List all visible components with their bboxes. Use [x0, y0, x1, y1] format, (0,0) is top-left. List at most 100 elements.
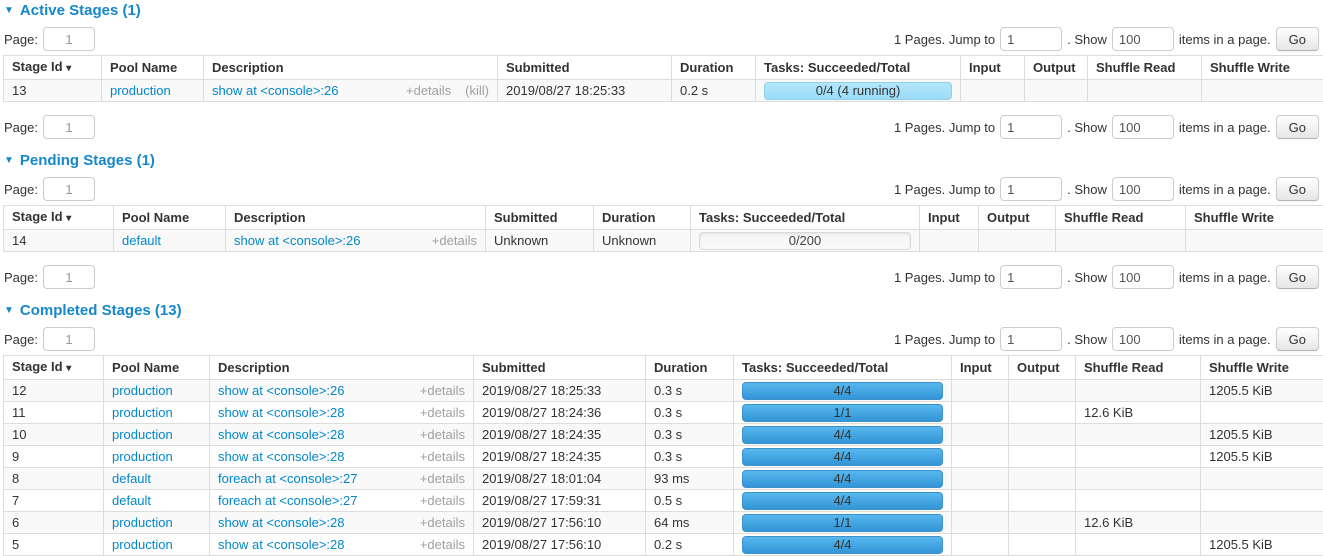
submitted-cell: 2019/08/27 17:56:10: [474, 534, 646, 556]
col-shuffle-write[interactable]: Shuffle Write: [1186, 206, 1323, 230]
col-input[interactable]: Input: [961, 56, 1025, 80]
show-count-input[interactable]: [1112, 115, 1174, 139]
pool-name-link[interactable]: production: [112, 515, 173, 530]
page-input[interactable]: [43, 265, 95, 289]
active-stages-header[interactable]: ▼ Active Stages (1): [4, 2, 1320, 19]
col-duration[interactable]: Duration: [594, 206, 691, 230]
description-link[interactable]: show at <console>:28: [218, 427, 344, 442]
shuffle-write-cell: [1201, 402, 1323, 424]
description-link[interactable]: foreach at <console>:27: [218, 471, 358, 486]
jump-to-input[interactable]: [1000, 265, 1062, 289]
duration-cell: 0.2 s: [672, 80, 756, 102]
description-link[interactable]: show at <console>:28: [218, 449, 344, 464]
col-stage-id[interactable]: Stage Id ▾: [4, 56, 102, 80]
col-shuffle-write[interactable]: Shuffle Write: [1201, 356, 1323, 380]
duration-cell: 0.2 s: [646, 534, 734, 556]
col-tasks[interactable]: Tasks: Succeeded/Total: [734, 356, 952, 380]
details-toggle[interactable]: +details: [420, 515, 465, 530]
shuffle-write-cell: [1201, 490, 1323, 512]
description-cell: show at <console>:28+details: [210, 534, 474, 556]
kill-link[interactable]: (kill): [465, 83, 489, 98]
page-input[interactable]: [43, 27, 95, 51]
description-link[interactable]: show at <console>:28: [218, 405, 344, 420]
col-pool-name[interactable]: Pool Name: [114, 206, 226, 230]
col-output[interactable]: Output: [1009, 356, 1076, 380]
details-toggle[interactable]: +details: [420, 405, 465, 420]
shuffle-read-cell: 12.6 KiB: [1076, 402, 1201, 424]
col-description[interactable]: Description: [226, 206, 486, 230]
pool-name-link[interactable]: default: [122, 233, 161, 248]
page-input[interactable]: [43, 177, 95, 201]
col-submitted[interactable]: Submitted: [498, 56, 672, 80]
collapse-arrow-icon: ▼: [4, 156, 14, 166]
col-duration[interactable]: Duration: [672, 56, 756, 80]
col-submitted[interactable]: Submitted: [486, 206, 594, 230]
items-per-page-label: items in a page.: [1179, 270, 1271, 285]
pool-name-link[interactable]: production: [112, 383, 173, 398]
pool-name-link[interactable]: production: [110, 83, 171, 98]
col-pool-name[interactable]: Pool Name: [102, 56, 204, 80]
pool-name-link[interactable]: production: [112, 449, 173, 464]
col-shuffle-read[interactable]: Shuffle Read: [1088, 56, 1202, 80]
col-submitted[interactable]: Submitted: [474, 356, 646, 380]
submitted-cell: 2019/08/27 18:25:33: [498, 80, 672, 102]
details-toggle[interactable]: +details: [420, 493, 465, 508]
details-toggle[interactable]: +details: [406, 83, 451, 98]
page-input[interactable]: [43, 115, 95, 139]
pending-stages-header[interactable]: ▼ Pending Stages (1): [4, 152, 1320, 169]
page-input[interactable]: [43, 327, 95, 351]
col-tasks[interactable]: Tasks: Succeeded/Total: [756, 56, 961, 80]
task-progress-label: 4/4: [833, 493, 851, 508]
pages-count-label: 1 Pages. Jump to: [894, 332, 995, 347]
description-link[interactable]: show at <console>:26: [234, 233, 360, 248]
col-stage-id[interactable]: Stage Id ▾: [4, 206, 114, 230]
col-input[interactable]: Input: [952, 356, 1009, 380]
col-duration[interactable]: Duration: [646, 356, 734, 380]
col-tasks[interactable]: Tasks: Succeeded/Total: [691, 206, 920, 230]
table-header-row: Stage Id ▾ Pool Name Description Submitt…: [4, 356, 1323, 380]
description-link[interactable]: foreach at <console>:27: [218, 493, 358, 508]
details-toggle[interactable]: +details: [420, 383, 465, 398]
description-link[interactable]: show at <console>:28: [218, 515, 344, 530]
show-count-input[interactable]: [1112, 27, 1174, 51]
pool-name-link[interactable]: default: [112, 471, 151, 486]
pool-name-link[interactable]: default: [112, 493, 151, 508]
show-count-input[interactable]: [1112, 265, 1174, 289]
output-cell: [1009, 490, 1076, 512]
go-button[interactable]: Go: [1276, 177, 1319, 201]
pool-name-cell: default: [114, 230, 226, 252]
col-output[interactable]: Output: [979, 206, 1056, 230]
details-toggle[interactable]: +details: [420, 449, 465, 464]
go-button[interactable]: Go: [1276, 27, 1319, 51]
pool-name-link[interactable]: production: [112, 405, 173, 420]
go-button[interactable]: Go: [1276, 327, 1319, 351]
col-shuffle-write[interactable]: Shuffle Write: [1202, 56, 1323, 80]
duration-cell: 64 ms: [646, 512, 734, 534]
description-link[interactable]: show at <console>:26: [212, 83, 338, 98]
details-toggle[interactable]: +details: [420, 427, 465, 442]
jump-to-input[interactable]: [1000, 177, 1062, 201]
jump-to-input[interactable]: [1000, 327, 1062, 351]
col-shuffle-read[interactable]: Shuffle Read: [1076, 356, 1201, 380]
col-output[interactable]: Output: [1025, 56, 1088, 80]
col-stage-id[interactable]: Stage Id ▾: [4, 356, 104, 380]
jump-to-input[interactable]: [1000, 27, 1062, 51]
show-count-input[interactable]: [1112, 327, 1174, 351]
details-toggle[interactable]: +details: [432, 233, 477, 248]
submitted-cell: 2019/08/27 17:56:10: [474, 512, 646, 534]
completed-stages-header[interactable]: ▼ Completed Stages (13): [4, 302, 1320, 319]
description-link[interactable]: show at <console>:26: [218, 383, 344, 398]
sort-desc-icon: ▾: [66, 63, 71, 74]
col-input[interactable]: Input: [920, 206, 979, 230]
jump-to-input[interactable]: [1000, 115, 1062, 139]
details-toggle[interactable]: +details: [420, 471, 465, 486]
pagination-bar: Page: 1 Pages. Jump to . Show items in a…: [4, 177, 1319, 201]
show-count-input[interactable]: [1112, 177, 1174, 201]
col-shuffle-read[interactable]: Shuffle Read: [1056, 206, 1186, 230]
go-button[interactable]: Go: [1276, 115, 1319, 139]
go-button[interactable]: Go: [1276, 265, 1319, 289]
pool-name-link[interactable]: production: [112, 427, 173, 442]
col-description[interactable]: Description: [204, 56, 498, 80]
col-description[interactable]: Description: [210, 356, 474, 380]
col-pool-name[interactable]: Pool Name: [104, 356, 210, 380]
